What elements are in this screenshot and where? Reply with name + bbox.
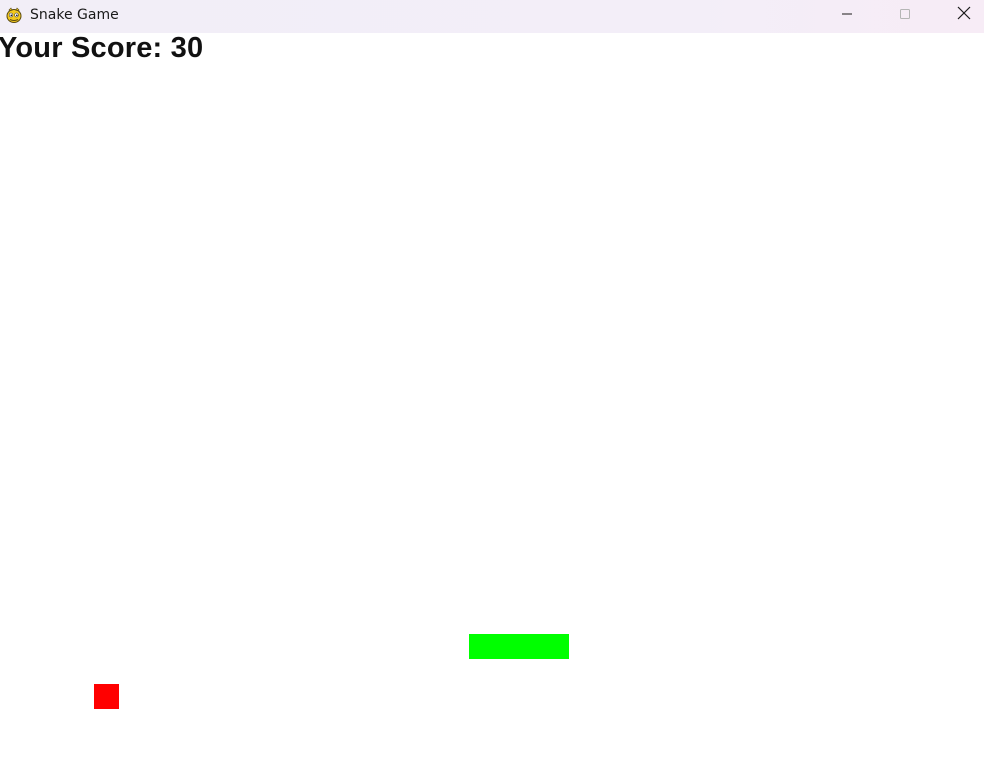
window-title: Snake Game (30, 7, 119, 23)
close-icon (957, 6, 971, 25)
score-label: Your Score: 30 (0, 32, 204, 64)
game-canvas[interactable]: Your Score: 30 (0, 32, 984, 778)
minimize-icon (841, 7, 853, 25)
minimize-button[interactable] (818, 0, 876, 31)
snake-segment (519, 634, 544, 659)
pygame-snake-icon (5, 6, 23, 24)
snake-head (544, 634, 569, 659)
snake-segment (469, 634, 494, 659)
maximize-icon (899, 7, 911, 25)
food (94, 684, 119, 709)
maximize-button[interactable] (876, 0, 934, 31)
close-button[interactable] (935, 0, 984, 31)
snake-segment (494, 634, 519, 659)
title-bar[interactable]: Snake Game (0, 0, 984, 33)
game-window: Snake Game Your Score: 30 (0, 0, 984, 778)
